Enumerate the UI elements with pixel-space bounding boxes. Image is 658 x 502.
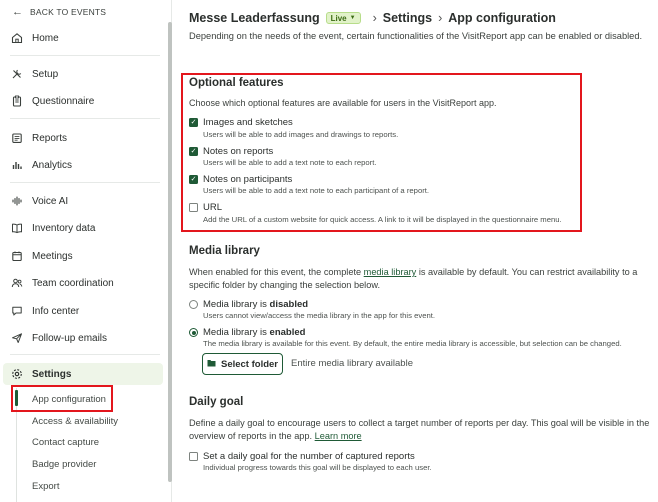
home-icon [10, 31, 24, 45]
option-images-and-sketches[interactable]: ✓ Images and sketches [189, 117, 293, 128]
daily-goal-title: Daily goal [189, 396, 244, 408]
sidebar-item-home[interactable]: Home [0, 27, 162, 49]
tools-icon [10, 67, 24, 81]
option-description: Users will be able to add a text note to… [203, 186, 430, 195]
sidebar-item-label: Inventory data [32, 222, 96, 234]
radio-description: Users cannot view/access the media libra… [203, 311, 436, 320]
chevron-right-icon: › [438, 11, 443, 25]
sidebar-item-label: Setup [32, 68, 59, 80]
option-label: URL [203, 202, 223, 213]
sidebar-item-label: Questionnaire [32, 95, 95, 107]
radio-media-library-enabled[interactable]: Media library is enabled [189, 327, 305, 338]
chevron-down-icon: ▼ [349, 15, 356, 21]
sub-item-access-availability[interactable]: Access & availability [32, 412, 118, 430]
main-content: Messe Leaderfassung Live ▼ › Settings › … [178, 0, 658, 502]
breadcrumb: Messe Leaderfassung Live ▼ › Settings › … [189, 10, 556, 26]
sidebar-item-team-coordination[interactable]: Team coordination [0, 272, 162, 294]
option-label: Images and sketches [203, 117, 293, 128]
media-library-description: When enabled for this event, the complet… [189, 267, 638, 290]
sidebar-item-inventory-data[interactable]: Inventory data [0, 217, 162, 239]
sidebar-item-label: Team coordination [32, 277, 114, 289]
sub-item-badge-provider[interactable]: Badge provider [32, 455, 96, 473]
sidebar-item-info-center[interactable]: Info center [0, 300, 162, 322]
settings-gear-icon [10, 367, 24, 381]
clipboard-icon [10, 94, 24, 108]
sidebar-item-label: Analytics [32, 159, 73, 171]
checkbox-checked[interactable]: ✓ [189, 118, 198, 127]
sidebar-item-label: Home [32, 32, 59, 44]
sidebar-item-follow-up-emails[interactable]: Follow-up emails [0, 327, 162, 349]
page-intro: Depending on the needs of the event, cer… [189, 31, 643, 41]
chat-bubble-icon [10, 304, 24, 318]
reports-icon [10, 131, 24, 145]
option-label: Set a daily goal for the number of captu… [203, 451, 415, 462]
sidebar-item-label: Reports [32, 132, 68, 144]
sidebar-divider [10, 118, 160, 119]
media-selection-note: Entire media library available [291, 358, 413, 369]
sidebar-divider [10, 354, 160, 355]
option-label: Notes on participants [203, 174, 293, 185]
back-to-events-label: BACK TO EVENTS [30, 7, 107, 17]
checkbox-unchecked[interactable] [189, 203, 198, 212]
arrow-left-icon: ← [12, 6, 24, 18]
active-sub-item-marker [15, 390, 18, 406]
radio-button[interactable] [189, 300, 198, 309]
sidebar-item-reports[interactable]: Reports [0, 127, 162, 149]
select-folder-button[interactable]: Select folder [202, 353, 283, 375]
sub-item-export[interactable]: Export [32, 477, 59, 495]
sidebar-item-questionnaire[interactable]: Questionnaire [0, 90, 162, 112]
radio-media-library-disabled[interactable]: Media library is disabled [189, 299, 308, 310]
sidebar-item-label: Voice AI [32, 195, 69, 207]
optional-features-subtitle: Choose which optional features are avail… [189, 98, 497, 108]
sidebar-item-analytics[interactable]: Analytics [0, 154, 162, 176]
calendar-icon [10, 249, 24, 263]
bar-chart-icon [10, 158, 24, 172]
learn-more-link[interactable]: Learn more [315, 431, 362, 441]
daily-goal-description: Define a daily goal to encourage users t… [189, 418, 650, 441]
sidebar-item-settings[interactable]: Settings [3, 363, 163, 385]
option-description: Individual progress towards this goal wi… [203, 463, 432, 472]
sidebar-item-label: Follow-up emails [32, 332, 108, 344]
folder-icon [207, 359, 216, 369]
back-to-events-link[interactable]: ← BACK TO EVENTS [12, 5, 106, 19]
media-library-title: Media library [189, 245, 260, 257]
breadcrumb-settings[interactable]: Settings [383, 11, 432, 25]
sub-item-contact-capture[interactable]: Contact capture [32, 433, 99, 451]
status-badge[interactable]: Live ▼ [325, 12, 361, 24]
sidebar-item-meetings[interactable]: Meetings [0, 245, 162, 267]
team-icon [10, 276, 24, 290]
breadcrumb-event-name[interactable]: Messe Leaderfassung [189, 11, 320, 25]
option-description: Add the URL of a custom website for quic… [203, 215, 562, 224]
radio-button-selected[interactable] [189, 328, 198, 337]
sidebar-item-label: Meetings [32, 250, 73, 262]
option-url[interactable]: URL [189, 202, 222, 213]
option-notes-on-participants[interactable]: ✓ Notes on participants [189, 174, 292, 185]
sidebar-divider [10, 55, 160, 56]
checkbox-checked[interactable]: ✓ [189, 147, 198, 156]
page-title: App configuration [448, 11, 556, 25]
sidebar-item-label: Info center [32, 305, 80, 317]
media-library-link[interactable]: media library [364, 267, 417, 277]
option-label: Notes on reports [203, 146, 274, 157]
checkbox-unchecked[interactable] [189, 452, 198, 461]
option-description: Users will be able to add images and dra… [203, 130, 399, 139]
sidebar-item-voice-ai[interactable]: Voice AI [0, 190, 162, 212]
sidebar-item-label: Settings [32, 368, 72, 380]
sidebar-divider [10, 182, 160, 183]
sidebar: ← BACK TO EVENTS Home Setup Questionnair… [0, 0, 172, 502]
checkbox-checked[interactable]: ✓ [189, 175, 198, 184]
sub-item-app-configuration[interactable]: App configuration [32, 390, 106, 408]
sidebar-item-setup[interactable]: Setup [0, 63, 162, 85]
option-daily-goal[interactable]: Set a daily goal for the number of captu… [189, 451, 415, 462]
send-icon [10, 331, 24, 345]
book-icon [10, 221, 24, 235]
sidebar-scrollbar[interactable] [168, 22, 172, 482]
option-notes-on-reports[interactable]: ✓ Notes on reports [189, 146, 273, 157]
optional-features-title: Optional features [189, 77, 284, 89]
option-description: Users will be able to add a text note to… [203, 158, 377, 167]
chevron-right-icon: › [372, 11, 377, 25]
voice-wave-icon [10, 194, 24, 208]
radio-description: The media library is available for this … [203, 339, 622, 348]
